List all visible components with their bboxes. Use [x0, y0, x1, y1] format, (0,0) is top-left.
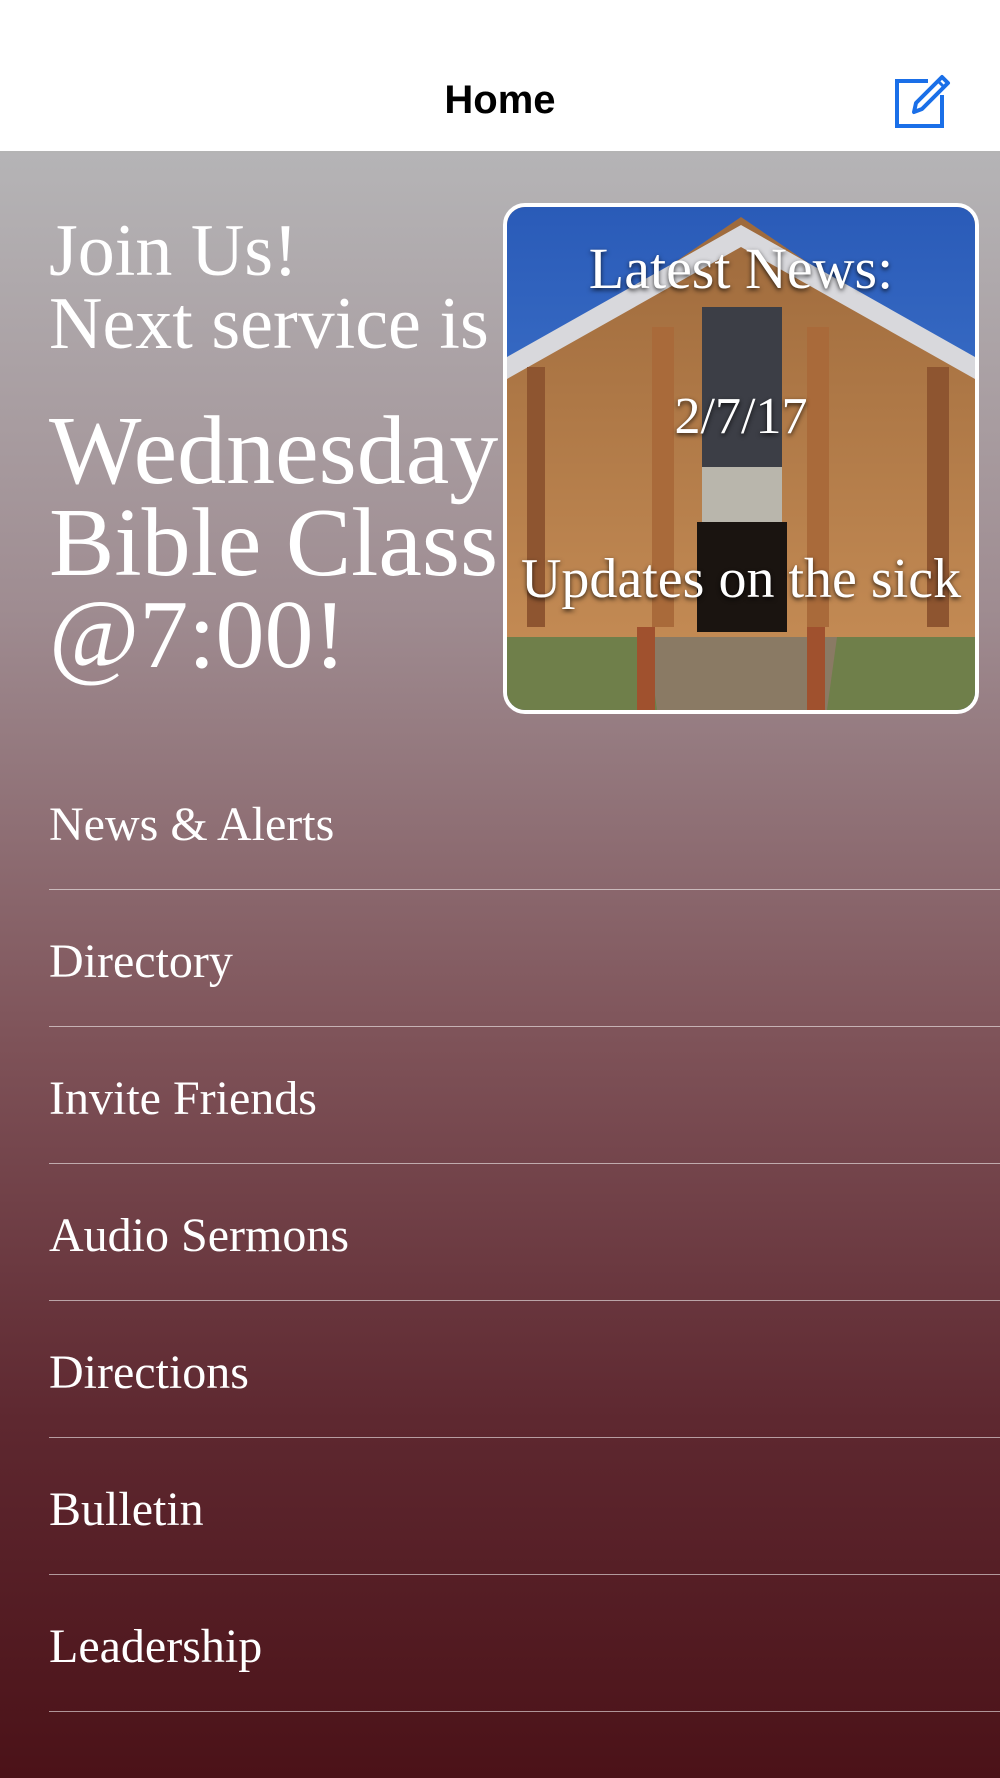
menu-item-news-alerts[interactable]: News & Alerts — [49, 753, 1000, 890]
join-us-heading: Join Us! — [49, 210, 298, 292]
menu-item-label: News & Alerts — [49, 798, 335, 851]
menu-item-label: Directory — [49, 935, 233, 988]
page-title: Home — [444, 78, 556, 122]
menu-item-directory[interactable]: Directory — [49, 890, 1000, 1027]
service-line-1: Wednesday — [49, 397, 499, 505]
menu-item-leadership[interactable]: Leadership — [49, 1575, 1000, 1712]
next-service-text: Wednesday Bible Class @7:00! — [49, 397, 499, 689]
compose-icon — [895, 75, 950, 128]
home-content: Join Us! Next service is Wednesday Bible… — [0, 153, 1000, 1778]
news-description: Updates on the sick — [520, 548, 962, 610]
main-menu: News & Alerts Directory Invite Friends A… — [49, 753, 1000, 1712]
latest-news-card[interactable]: Latest News: 2/7/17 Updates on the sick — [503, 203, 979, 714]
nav-bar: Home — [0, 0, 1000, 153]
menu-item-invite-friends[interactable]: Invite Friends — [49, 1027, 1000, 1164]
menu-item-audio-sermons[interactable]: Audio Sermons — [49, 1164, 1000, 1301]
menu-item-label: Leadership — [49, 1620, 263, 1673]
menu-item-label: Audio Sermons — [49, 1209, 349, 1262]
news-date: 2/7/17 — [674, 388, 808, 445]
service-line-3: @7:00! — [49, 581, 347, 689]
menu-item-label: Invite Friends — [49, 1072, 317, 1125]
join-us-text: Join Us! Next service is — [49, 210, 489, 365]
menu-item-directions[interactable]: Directions — [49, 1301, 1000, 1438]
news-heading: Latest News: — [588, 236, 894, 301]
next-service-label: Next service is — [49, 283, 489, 365]
compose-button[interactable] — [892, 70, 954, 132]
menu-item-label: Bulletin — [49, 1483, 204, 1536]
menu-item-label: Directions — [49, 1346, 249, 1399]
service-line-2: Bible Class — [49, 489, 499, 597]
menu-item-bulletin[interactable]: Bulletin — [49, 1438, 1000, 1575]
